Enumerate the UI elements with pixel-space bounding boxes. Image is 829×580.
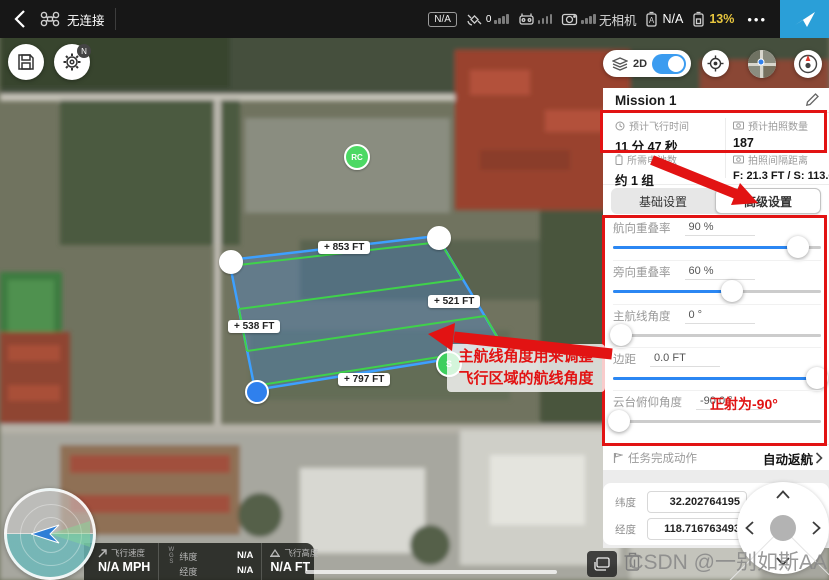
gps-count: 0	[486, 14, 492, 25]
altitude-icon	[270, 549, 280, 557]
locate-button[interactable]	[702, 50, 729, 77]
latitude-field[interactable]: 32.202764195	[647, 491, 747, 513]
finish-action-value: 自动返航	[763, 449, 813, 468]
polygon-vertex-handle-selected[interactable]	[245, 380, 269, 404]
camera-status-group[interactable]: 无相机	[561, 10, 636, 29]
stat-photo-interval: 拍照间隔距离 F: 21.3 FT / S: 113.6 FT	[733, 152, 829, 182]
compass-reset-button[interactable]	[794, 50, 822, 78]
rc-location-marker: RC	[344, 144, 370, 170]
layers-icon	[612, 57, 628, 71]
annotation-box-stats	[600, 110, 827, 153]
minimap-button[interactable]	[748, 50, 776, 78]
minimap-thumbnail	[748, 50, 776, 78]
tab-basic-settings[interactable]: 基础设置	[611, 188, 715, 214]
svg-text:A: A	[649, 16, 655, 25]
back-button[interactable]	[0, 0, 40, 38]
telemetry-bar: 飞行速度 N/A MPH WGS 纬度N/A 经度N/A 飞行高度 N/A FT	[84, 543, 314, 580]
tab-advanced-settings[interactable]: 高级设置	[715, 188, 821, 214]
aircraft-battery-icon: A	[645, 11, 658, 27]
view-mode-label: 2D	[633, 58, 647, 70]
polygon-vertex-handle[interactable]	[219, 250, 243, 274]
divider	[115, 8, 116, 30]
dpad-center-button[interactable]	[770, 515, 796, 541]
map-layers-button[interactable]	[587, 551, 617, 577]
flight-mode-badge: N/A	[428, 12, 457, 27]
chevron-right-icon	[815, 452, 823, 464]
signal-bars-icon	[538, 14, 553, 24]
takeoff-icon	[793, 9, 817, 29]
telemetry-position: WGS 纬度N/A 经度N/A	[159, 543, 262, 580]
rc-battery-status[interactable]: 13%	[692, 11, 734, 27]
aircraft-battery-value: N/A	[662, 12, 683, 26]
save-icon	[17, 53, 35, 71]
nudge-up-button[interactable]	[776, 490, 790, 499]
polygon-vertex-handle[interactable]	[427, 226, 451, 250]
connection-status: 无连接	[67, 10, 105, 29]
camera-status: 无相机	[599, 10, 637, 29]
finish-action-label: 任务完成动作	[628, 450, 697, 466]
takeoff-button[interactable]	[780, 0, 829, 38]
signal-bars-icon	[581, 14, 596, 24]
edge-distance-label: + 853 FT	[318, 241, 370, 254]
stat-battery-count: 所需电池数 约 1 组	[615, 152, 677, 189]
locate-icon	[707, 55, 724, 72]
map-2d-toggle[interactable]	[652, 54, 686, 74]
rc-battery-value: 13%	[709, 12, 734, 26]
annotation-ortho-note: 正射为-90°	[710, 394, 778, 414]
telemetry-altitude: 飞行高度 N/A FT	[262, 543, 326, 580]
nudge-right-button[interactable]	[812, 521, 821, 535]
home-indicator[interactable]	[305, 570, 557, 574]
more-menu-button[interactable]: •••	[747, 12, 767, 27]
rc-icon	[518, 12, 535, 26]
rc-battery-icon	[692, 11, 705, 27]
camera-icon	[561, 12, 578, 26]
edge-distance-label: + 797 FT	[338, 373, 390, 386]
finish-action-row[interactable]: 任务完成动作 自动返航	[603, 444, 829, 471]
datum-label: WGS	[167, 547, 175, 580]
nudge-left-button[interactable]	[745, 521, 754, 535]
satellite-icon	[466, 12, 483, 27]
edge-distance-label: + 538 FT	[228, 320, 280, 333]
drone-icon	[40, 11, 60, 27]
settings-tabs: 基础设置 高级设置	[611, 188, 821, 214]
battery-icon	[615, 154, 623, 165]
annotation-note: 主航线角度用来调整 飞行区域的航线角度	[447, 344, 605, 392]
watermark: CSDN @一别如斯AA	[623, 546, 827, 576]
map-mode-pill: 2D	[603, 50, 691, 77]
speed-arrow-icon	[98, 549, 107, 558]
aircraft-battery-status[interactable]: A N/A	[645, 11, 683, 27]
aircraft-arrow-icon	[31, 524, 61, 544]
layers-stack-icon	[593, 556, 611, 572]
longitude-field[interactable]: 118.716763493	[647, 518, 747, 540]
photo-icon	[733, 155, 744, 164]
longitude-label: 经度	[615, 522, 639, 537]
edge-distance-label: + 521 FT	[428, 295, 480, 308]
compass-icon	[797, 53, 819, 75]
app-screen: S RC + 853 FT + 521 FT + 538 FT + 797 FT…	[0, 0, 829, 580]
gps-status[interactable]: 0	[466, 12, 509, 27]
flag-icon	[613, 452, 623, 464]
top-bar: 无连接 N/A 0	[0, 0, 829, 38]
telemetry-speed: 飞行速度 N/A MPH	[84, 543, 159, 580]
attitude-compass[interactable]	[4, 488, 96, 580]
compass-north-badge: N	[77, 44, 91, 58]
signal-bars-icon	[494, 14, 509, 24]
mission-title: Mission 1	[615, 93, 677, 108]
edit-mission-button[interactable]	[805, 93, 819, 107]
rc-status[interactable]	[518, 12, 553, 26]
save-mission-button[interactable]	[8, 44, 44, 80]
latitude-label: 纬度	[615, 495, 639, 510]
